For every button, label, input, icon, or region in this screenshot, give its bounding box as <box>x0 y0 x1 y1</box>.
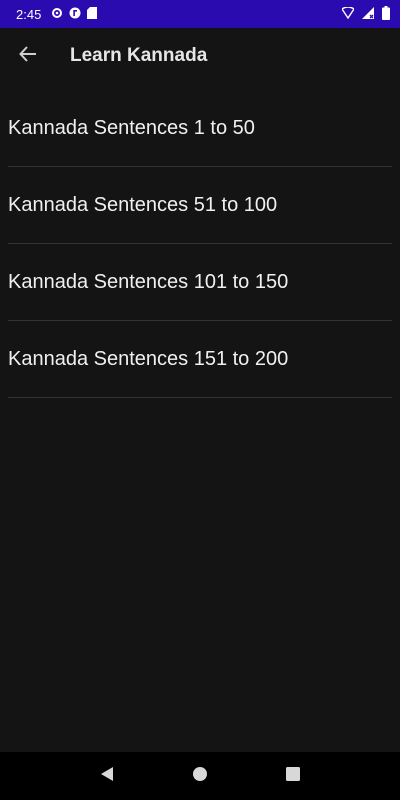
signal-icon <box>362 6 374 22</box>
list-item-sentences-1-50[interactable]: Kannada Sentences 1 to 50 <box>8 90 392 167</box>
system-nav-bar <box>0 752 400 800</box>
arrow-back-icon <box>19 45 37 68</box>
nav-home-button[interactable] <box>185 761 215 791</box>
status-time: 2:45 <box>16 6 42 22</box>
sentences-list: Kannada Sentences 1 to 50 Kannada Senten… <box>0 90 400 398</box>
list-item-label: Kannada Sentences 101 to 150 <box>8 270 289 293</box>
page-title: Learn Kannada <box>70 45 208 66</box>
list-item-label: Kannada Sentences 1 to 50 <box>8 116 255 139</box>
home-circle-icon <box>192 766 208 787</box>
nav-recents-button[interactable] <box>278 761 308 791</box>
media-icon <box>69 7 81 22</box>
wifi-icon <box>341 5 355 22</box>
settings-icon <box>51 7 63 22</box>
sd-card-icon <box>87 6 98 22</box>
status-left-icons <box>51 6 98 22</box>
nav-back-button[interactable] <box>92 761 122 791</box>
battery-icon <box>382 5 390 23</box>
recents-square-icon <box>286 766 301 786</box>
list-item-sentences-151-200[interactable]: Kannada Sentences 151 to 200 <box>8 321 392 398</box>
app-bar: Learn Kannada <box>0 28 400 84</box>
status-right-icons <box>341 5 390 23</box>
list-item-label: Kannada Sentences 151 to 200 <box>8 347 289 370</box>
back-button[interactable] <box>0 28 56 84</box>
app-screen: 2:45 Learn Kannada Kannada Sentences 1 t… <box>0 0 400 800</box>
list-item-label: Kannada Sentences 51 to 100 <box>8 193 278 216</box>
list-item-sentences-101-150[interactable]: Kannada Sentences 101 to 150 <box>8 244 392 321</box>
status-bar: 2:45 <box>0 0 400 28</box>
list-item-sentences-51-100[interactable]: Kannada Sentences 51 to 100 <box>8 167 392 244</box>
back-triangle-icon <box>100 766 114 787</box>
